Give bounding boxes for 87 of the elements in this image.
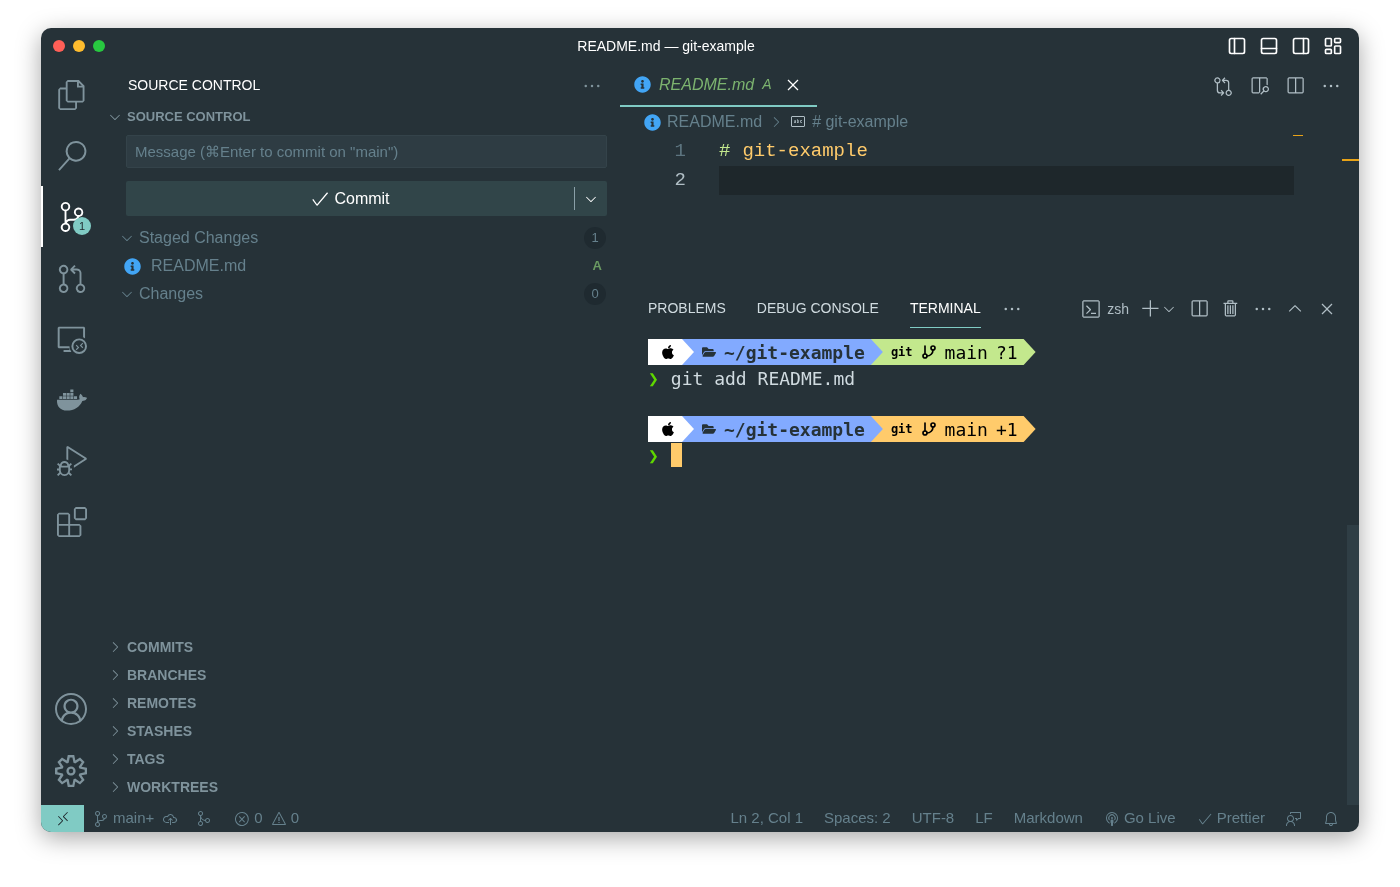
status-item[interactable]: Spaces: 2 (824, 807, 891, 830)
bell-icon[interactable] (1323, 810, 1339, 827)
info-icon (124, 257, 141, 275)
prettier-status[interactable]: Prettier (1196, 807, 1265, 830)
apple-icon (660, 421, 676, 437)
files-icon (57, 79, 87, 110)
status-item[interactable]: LF (975, 807, 993, 830)
terminal-selector[interactable]: zsh (1081, 298, 1129, 320)
problems-status[interactable]: 0 0 (234, 807, 299, 830)
layout-icon[interactable] (1323, 36, 1343, 56)
vcs-label: git (890, 344, 913, 361)
view-header[interactable]: COMMITS (101, 633, 620, 661)
panel-tab[interactable]: PROBLEMS (648, 290, 726, 328)
compare-changes-icon[interactable] (1213, 75, 1233, 96)
commit-message-field[interactable]: Message (⌘Enter to commit on "main") (126, 135, 607, 168)
prompt-arrow: ❯ (648, 366, 659, 391)
info-icon (644, 113, 661, 131)
string-symbol-icon (790, 114, 807, 130)
new-terminal-button[interactable] (1141, 299, 1177, 319)
activity-item[interactable]: 1 (41, 186, 101, 247)
split-editor-icon[interactable] (1285, 75, 1305, 96)
group-header[interactable]: Staged Changes (119, 226, 580, 250)
changed-file-row[interactable]: README.md A (101, 252, 620, 280)
folder-icon (702, 422, 716, 436)
editor-tab[interactable]: README.md A (620, 64, 818, 107)
count-badge: 0 (584, 283, 606, 305)
branch-icon (920, 344, 937, 360)
overview-ruler-mark (1293, 135, 1303, 136)
open-preview-icon[interactable] (1249, 75, 1269, 96)
count-badge: 1 (584, 227, 606, 249)
apple-icon (660, 344, 676, 360)
line-number: 1 (673, 139, 686, 165)
go-live-status[interactable]: Go Live (1103, 807, 1176, 830)
prompt-branch: main (944, 417, 988, 442)
overview-ruler-mark (1342, 159, 1359, 161)
settings-icon[interactable] (55, 755, 87, 787)
view-header[interactable]: STASHES (101, 717, 620, 745)
terminal-icon (1081, 299, 1102, 319)
split-terminal-icon[interactable] (1189, 299, 1209, 319)
warning-icon (270, 810, 287, 827)
section-header[interactable]: SOURCE CONTROL (101, 107, 620, 127)
secondary-sidebar-toggle-icon[interactable] (1291, 36, 1311, 56)
breadcrumb[interactable]: # git-example (790, 110, 909, 134)
line-number: 2 (673, 168, 686, 194)
panel-toggle-icon[interactable] (1259, 36, 1279, 56)
extensions-icon (57, 506, 87, 537)
view-header[interactable]: TAGS (101, 745, 620, 773)
sidebar-toggle-icon[interactable] (1227, 36, 1247, 56)
error-icon (234, 810, 251, 827)
folder-icon (702, 345, 716, 359)
account-icon[interactable] (55, 693, 87, 725)
info-icon (634, 76, 651, 93)
branch-icon (920, 421, 937, 437)
status-item[interactable]: Markdown (1013, 807, 1083, 830)
branch-icon (93, 810, 109, 827)
add-icon (1141, 299, 1161, 319)
terminal-command: git add README.md (670, 366, 856, 391)
group-header[interactable]: Changes (119, 282, 580, 306)
activity-badge: 1 (73, 217, 91, 235)
vcs-label: git (890, 421, 913, 438)
prompt-arrow: ❯ (648, 443, 659, 468)
file-name: README.md (151, 256, 248, 276)
view-header[interactable]: WORKTREES (101, 773, 620, 801)
branch-status[interactable]: main+ (93, 807, 155, 830)
git-graph-icon[interactable] (196, 810, 213, 827)
status-item[interactable]: UTF-8 (911, 807, 955, 830)
file-status: A (592, 257, 602, 276)
pull-request-icon (57, 262, 87, 293)
panel-tab[interactable]: TERMINAL (909, 290, 981, 328)
sidebar-title: SOURCE CONTROL (128, 76, 261, 95)
breadcrumb[interactable]: README.md (644, 110, 763, 134)
feedback-icon[interactable] (1286, 810, 1302, 827)
prompt-status: +1 (995, 417, 1018, 442)
search-icon (57, 140, 87, 171)
status-item[interactable]: Ln 2, Col 1 (730, 807, 803, 830)
prompt-status: ?1 (995, 340, 1018, 365)
prompt-branch: main (944, 340, 988, 365)
scrollbar[interactable] (1347, 525, 1359, 805)
window-title: README.md — git-example (577, 36, 755, 56)
view-header[interactable]: BRANCHES (101, 661, 620, 689)
code-line: # git-example (719, 139, 869, 165)
prompt-path: ~/git-example (724, 340, 865, 365)
panel-tab[interactable]: DEBUG CONSOLE (756, 290, 879, 328)
broadcast-icon (1103, 810, 1120, 827)
view-header[interactable]: REMOTES (101, 689, 620, 717)
prompt-path: ~/git-example (724, 417, 865, 442)
play-bug-icon (57, 445, 87, 476)
